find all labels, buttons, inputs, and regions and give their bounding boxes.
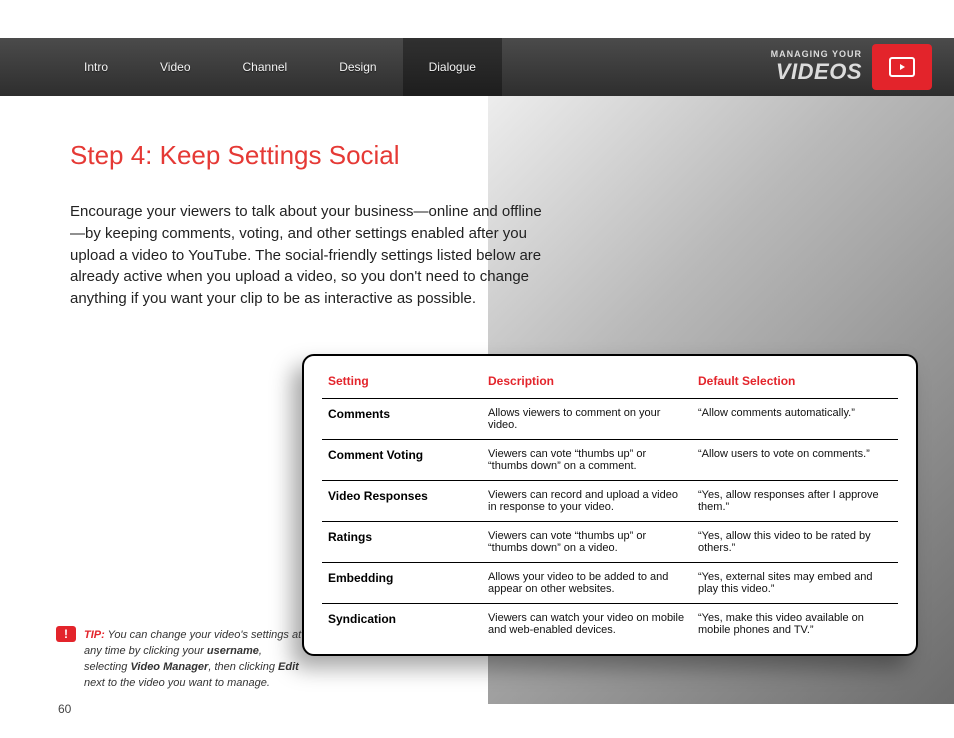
nav-tab-video[interactable]: Video	[134, 38, 216, 96]
page-heading: Step 4: Keep Settings Social	[70, 140, 550, 171]
cell-setting: Comments	[322, 399, 482, 440]
cell-default: “Allow comments automatically.”	[692, 399, 898, 440]
page-number: 60	[58, 702, 71, 716]
cell-default: “Yes, make this video available on mobil…	[692, 604, 898, 645]
cell-setting: Ratings	[322, 522, 482, 563]
cell-description: Allows viewers to comment on your video.	[482, 399, 692, 440]
settings-table: Setting Description Default Selection Co…	[322, 370, 898, 644]
tip-label: TIP:	[84, 629, 105, 641]
table-row: SyndicationViewers can watch your video …	[322, 604, 898, 645]
cell-description: Allows your video to be added to and app…	[482, 563, 692, 604]
tip-text: TIP: You can change your video's setting…	[84, 628, 302, 692]
nav-tab-dialogue[interactable]: Dialogue	[403, 38, 502, 96]
tip-bold-username: username	[207, 645, 259, 657]
tip-seg-3: , then clicking	[208, 661, 278, 673]
cell-default: “Yes, allow this video to be rated by ot…	[692, 522, 898, 563]
tip-seg-4: next to the video you want to manage.	[84, 677, 270, 689]
nav-tabs: IntroVideoChannelDesignDialogue	[58, 38, 502, 96]
col-header-setting: Setting	[322, 370, 482, 399]
table-header-row: Setting Description Default Selection	[322, 370, 898, 399]
table-row: Video ResponsesViewers can record and up…	[322, 481, 898, 522]
cell-setting: Syndication	[322, 604, 482, 645]
settings-table-card: Setting Description Default Selection Co…	[302, 354, 918, 656]
table-row: CommentsAllows viewers to comment on you…	[322, 399, 898, 440]
cell-default: “Yes, external sites may embed and play …	[692, 563, 898, 604]
col-header-default: Default Selection	[692, 370, 898, 399]
tip-seg-1: You can change your video's settings at …	[84, 629, 301, 657]
tip-callout: ! TIP: You can change your video's setti…	[58, 628, 302, 692]
nav-tab-intro[interactable]: Intro	[58, 38, 134, 96]
main-content: Step 4: Keep Settings Social Encourage y…	[70, 140, 550, 310]
table-body: CommentsAllows viewers to comment on you…	[322, 399, 898, 645]
top-nav-bar: IntroVideoChannelDesignDialogue MANAGING…	[0, 38, 954, 96]
cell-setting: Embedding	[322, 563, 482, 604]
cell-description: Viewers can record and upload a video in…	[482, 481, 692, 522]
nav-tab-channel[interactable]: Channel	[217, 38, 314, 96]
nav-tab-design[interactable]: Design	[313, 38, 402, 96]
table-row: EmbeddingAllows your video to be added t…	[322, 563, 898, 604]
brand-block: MANAGING YOUR VIDEOS	[771, 38, 932, 96]
cell-setting: Comment Voting	[322, 440, 482, 481]
cell-description: Viewers can vote “thumbs up” or “thumbs …	[482, 440, 692, 481]
tip-bold-video-manager: Video Manager	[130, 661, 208, 673]
page-root: IntroVideoChannelDesignDialogue MANAGING…	[0, 0, 954, 738]
brand-text: MANAGING YOUR VIDEOS	[771, 49, 862, 85]
exclamation-icon: !	[56, 626, 76, 642]
cell-setting: Video Responses	[322, 481, 482, 522]
cell-description: Viewers can watch your video on mobile a…	[482, 604, 692, 645]
cell-default: “Yes, allow responses after I approve th…	[692, 481, 898, 522]
tip-bold-edit: Edit	[278, 661, 299, 673]
cell-description: Viewers can vote “thumbs up” or “thumbs …	[482, 522, 692, 563]
brand-title: VIDEOS	[771, 59, 862, 85]
intro-paragraph: Encourage your viewers to talk about you…	[70, 201, 550, 310]
video-badge-icon	[872, 44, 932, 90]
table-row: Comment VotingViewers can vote “thumbs u…	[322, 440, 898, 481]
cell-default: “Allow users to vote on comments.”	[692, 440, 898, 481]
col-header-description: Description	[482, 370, 692, 399]
table-row: RatingsViewers can vote “thumbs up” or “…	[322, 522, 898, 563]
brand-eyebrow: MANAGING YOUR	[771, 49, 862, 59]
